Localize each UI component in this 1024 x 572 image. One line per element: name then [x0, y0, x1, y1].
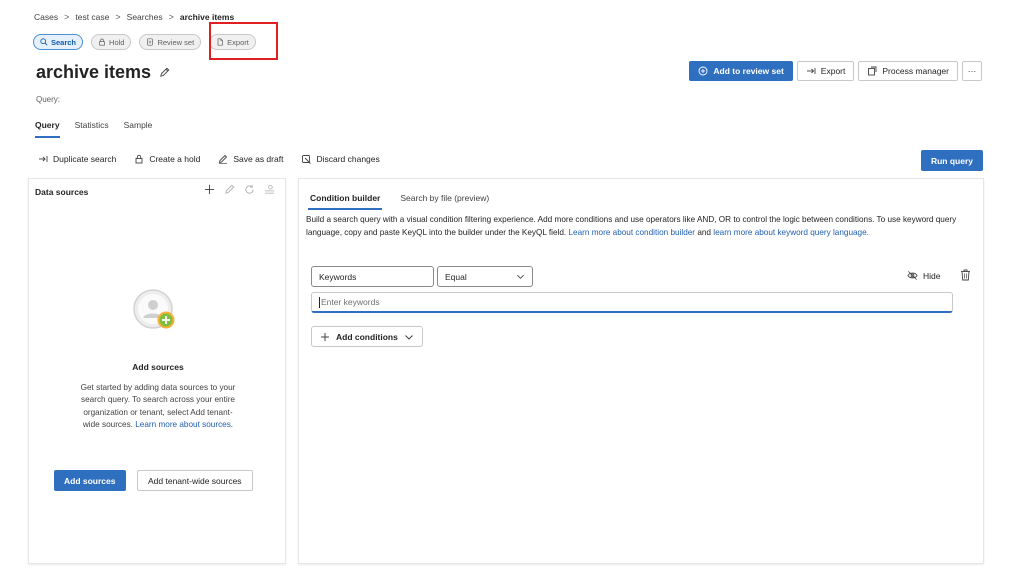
- export-arrow-icon: [806, 68, 816, 74]
- lock-icon: [99, 38, 105, 46]
- refresh-icon[interactable]: [244, 184, 255, 195]
- page-title: archive items: [36, 62, 170, 83]
- keywords-input[interactable]: Enter keywords: [311, 292, 953, 313]
- run-query-button[interactable]: Run query: [920, 150, 983, 171]
- discard-changes-label: Discard changes: [316, 154, 380, 164]
- builder-description: Build a search query with a visual condi…: [306, 213, 974, 239]
- data-sources-title: Data sources: [35, 187, 89, 197]
- export-label: Export: [820, 66, 846, 76]
- more-options-button[interactable]: ···: [962, 61, 982, 81]
- save-as-draft-button[interactable]: Save as draft: [218, 154, 283, 164]
- add-conditions-button[interactable]: Add conditions: [311, 326, 423, 347]
- highlight-box: [209, 22, 278, 60]
- data-sources-actions: [204, 184, 275, 195]
- toolbar: Duplicate search Create a hold Save as d…: [38, 154, 380, 164]
- eye-off-icon: [907, 271, 918, 280]
- keywords-placeholder: Enter keywords: [321, 297, 380, 307]
- tab-search-by-file[interactable]: Search by file (preview): [398, 193, 491, 210]
- page-title-text: archive items: [36, 62, 152, 82]
- hide-label: Hide: [923, 270, 941, 281]
- export-button[interactable]: Export: [796, 61, 855, 81]
- pencil-icon[interactable]: [159, 67, 170, 78]
- stage-hold[interactable]: Hold: [91, 34, 132, 50]
- breadcrumb-current: archive items: [179, 12, 235, 22]
- create-hold-label: Create a hold: [149, 154, 201, 164]
- duplicate-search-button[interactable]: Duplicate search: [38, 154, 116, 164]
- stage-hold-label: Hold: [109, 37, 125, 47]
- stage-review-set-label: Review set: [157, 37, 195, 47]
- review-set-icon: [147, 38, 154, 46]
- condition-builder-panel: Condition builder Search by file (previe…: [298, 178, 984, 564]
- add-conditions-label: Add conditions: [336, 331, 398, 342]
- query-tabs: Query Statistics Sample: [35, 120, 152, 138]
- learn-more-sources-link[interactable]: Learn more about sources.: [135, 420, 233, 429]
- save-as-draft-label: Save as draft: [233, 154, 284, 164]
- duplicate-search-label: Duplicate search: [53, 154, 117, 164]
- breadcrumb-cases[interactable]: Cases: [34, 12, 58, 22]
- create-hold-button[interactable]: Create a hold: [134, 154, 200, 164]
- arrow-right-bar-icon: [39, 156, 48, 162]
- add-icon[interactable]: [204, 184, 215, 195]
- tab-condition-builder[interactable]: Condition builder: [308, 193, 383, 210]
- breadcrumb: Cases > test case > Searches > archive i…: [34, 12, 234, 22]
- tab-statistics[interactable]: Statistics: [75, 120, 109, 138]
- learn-more-keyword-query-link[interactable]: learn more about keyword query language.: [713, 228, 869, 237]
- breadcrumb-test-case[interactable]: test case: [75, 12, 109, 22]
- chevron-down-icon: [517, 274, 524, 279]
- filter-list-icon[interactable]: [264, 184, 275, 195]
- stage-search[interactable]: Search: [33, 34, 84, 50]
- operator-value: Equal: [445, 271, 467, 282]
- discard-changes-button[interactable]: Discard changes: [301, 154, 380, 164]
- stage-review-set[interactable]: Review set: [139, 34, 202, 50]
- add-to-review-set-label: Add to review set: [713, 66, 784, 76]
- query-label: Query:: [36, 95, 61, 104]
- tab-sample[interactable]: Sample: [124, 120, 153, 138]
- chevron-down-icon: [405, 334, 413, 340]
- stage-search-label: Search: [51, 37, 77, 47]
- tab-query[interactable]: Query: [35, 120, 60, 138]
- add-sources-button[interactable]: Add sources: [54, 470, 126, 491]
- add-circle-icon: [698, 66, 708, 76]
- empty-state-description: Get started by adding data sources to yo…: [75, 382, 241, 432]
- process-manager-button[interactable]: Process manager: [858, 61, 958, 81]
- breadcrumb-separator: >: [64, 12, 70, 22]
- empty-state-title: Add sources: [132, 362, 184, 372]
- search-icon: [40, 38, 48, 46]
- add-sources-illustration-icon: [133, 289, 175, 329]
- operator-select[interactable]: Equal: [437, 266, 533, 287]
- hide-condition-button[interactable]: Hide: [907, 270, 940, 281]
- process-manager-icon: [868, 66, 877, 76]
- lock-icon: [135, 154, 143, 164]
- edit-icon[interactable]: [224, 184, 235, 195]
- learn-more-condition-builder-link[interactable]: Learn more about condition builder: [569, 228, 696, 237]
- top-actions: Add to review set Export Process manager…: [689, 61, 982, 81]
- breadcrumb-separator: >: [168, 12, 174, 22]
- add-tenant-wide-sources-button[interactable]: Add tenant-wide sources: [137, 470, 253, 491]
- more-icon: ···: [967, 66, 977, 76]
- add-icon: [321, 332, 329, 341]
- breadcrumb-separator: >: [115, 12, 121, 22]
- process-manager-label: Process manager: [882, 66, 949, 76]
- add-to-review-set-button[interactable]: Add to review set: [689, 61, 793, 81]
- breadcrumb-searches[interactable]: Searches: [127, 12, 163, 22]
- text-caret: [319, 296, 320, 308]
- builder-tabs: Condition builder Search by file (previe…: [308, 193, 491, 210]
- builder-description-and: and: [697, 228, 711, 237]
- condition-field-select[interactable]: Keywords: [311, 266, 434, 287]
- discard-icon: [302, 155, 312, 164]
- delete-icon[interactable]: [960, 269, 971, 281]
- edit-pen-icon: [219, 154, 228, 164]
- data-sources-panel: Data sources Add sources Get started by …: [28, 178, 286, 564]
